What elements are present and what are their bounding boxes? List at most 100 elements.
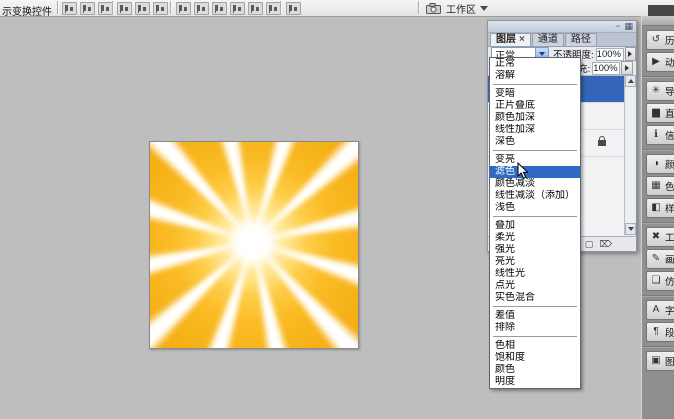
align-left-edges-icon[interactable] — [117, 2, 132, 15]
menu-item[interactable]: 深色 — [490, 136, 580, 148]
panel-title-bar[interactable]: − ▦ — [488, 21, 636, 33]
dock-button-styles[interactable]: ◧ 样式 — [646, 198, 674, 218]
dock-button-history[interactable]: ↺ 历史记录 — [646, 30, 674, 50]
document-canvas[interactable] — [149, 141, 359, 349]
menu-item[interactable]: 线性光 — [490, 268, 580, 280]
delete-layer-icon[interactable]: ⌦ — [599, 239, 612, 249]
dock-button-paragraph[interactable]: ¶ 段落 — [646, 322, 674, 342]
bridge-icon — [425, 2, 441, 14]
blend-mode-menu: 正常 溶解 变暗 正片叠底 颜色加深 线性加深 深色 变亮 滤色 颜色减淡 线性… — [489, 57, 581, 389]
dock-button-color[interactable]: ◑ 颜色 — [646, 154, 674, 174]
menu-item[interactable]: 亮光 — [490, 256, 580, 268]
distribute-group — [176, 2, 281, 15]
dock-header[interactable] — [642, 16, 674, 26]
dock-button-navigator[interactable]: ✳ 导航器 — [646, 81, 674, 101]
menu-item[interactable]: 线性减淡（添加） — [490, 190, 580, 202]
tab-layers[interactable]: 图层 × — [490, 33, 531, 46]
menu-item[interactable]: 溶解 — [490, 70, 580, 82]
menu-item[interactable]: 正常 — [490, 58, 580, 70]
distribute-left-icon[interactable] — [230, 2, 245, 15]
menu-item[interactable]: 柔光 — [490, 232, 580, 244]
dock-label: 样式 — [665, 204, 674, 215]
dock-button-character[interactable]: A 字符 — [646, 300, 674, 320]
dock-label: 历史记录 — [665, 36, 674, 47]
menu-item[interactable]: 饱和度 — [490, 352, 580, 364]
distribute-vcenter-icon[interactable] — [194, 2, 209, 15]
align-horizontal-centers-icon[interactable] — [135, 2, 150, 15]
separator — [112, 1, 114, 14]
fill-spinner-button[interactable] — [621, 61, 634, 75]
menu-item[interactable]: 颜色加深 — [490, 112, 580, 124]
align-top-edges-icon[interactable] — [62, 2, 77, 15]
scroll-down-button[interactable] — [625, 223, 636, 235]
menu-item[interactable]: 差值 — [490, 310, 580, 322]
dock-button-swatches[interactable]: ▦ 色板 — [646, 176, 674, 196]
menu-item[interactable]: 实色混合 — [490, 292, 580, 304]
distribute-hcenter-icon[interactable] — [248, 2, 263, 15]
menu-item[interactable]: 正片叠底 — [490, 100, 580, 112]
menu-item-selected[interactable]: 滤色 — [490, 166, 580, 178]
menu-item[interactable]: 叠加 — [490, 220, 580, 232]
arrow-down-icon — [627, 227, 634, 231]
histogram-icon: ▆ — [652, 107, 660, 118]
dock-group: ✳ 导航器 ▆ 直方图 ℹ 信息 — [642, 77, 674, 150]
dock-button-brushes[interactable]: ✎ 画笔 — [646, 249, 674, 269]
menu-item[interactable]: 颜色 — [490, 364, 580, 376]
menu-item[interactable]: 浅色 — [490, 202, 580, 214]
dock-button-actions[interactable]: ▶ 动作 — [646, 52, 674, 72]
menu-item[interactable]: 点光 — [490, 280, 580, 292]
starburst-center-glow — [150, 142, 358, 348]
actions-icon: ▶ — [652, 56, 660, 67]
dock-button-clone-source[interactable]: ❏ 仿制源 — [646, 271, 674, 291]
dock-label: 仿制源 — [665, 277, 674, 288]
dock-label: 直方图 — [665, 109, 674, 120]
tab-channels[interactable]: 通道 — [531, 33, 564, 46]
mouse-cursor-icon — [517, 161, 529, 183]
opacity-spinner-button[interactable] — [624, 47, 636, 61]
tab-paths[interactable]: 路径 — [564, 33, 597, 46]
distribute-bottom-icon[interactable] — [212, 2, 227, 15]
brushes-icon: ✎ — [651, 253, 661, 264]
dock-label: 色板 — [665, 182, 674, 193]
menu-item[interactable]: 明度 — [490, 376, 580, 388]
menu-item[interactable]: 颜色减淡 — [490, 178, 580, 190]
menu-separator — [493, 336, 577, 337]
new-layer-icon[interactable]: ▢ — [585, 239, 594, 249]
dock-label: 画笔 — [665, 255, 674, 266]
tab-label: 通道 — [537, 34, 558, 45]
fill-value[interactable]: 100% — [592, 61, 621, 75]
align-right-edges-icon[interactable] — [153, 2, 168, 15]
menu-item[interactable]: 线性加深 — [490, 124, 580, 136]
auto-align-layers-icon[interactable] — [286, 2, 301, 15]
menu-item[interactable]: 变亮 — [490, 154, 580, 166]
menu-item[interactable]: 变暗 — [490, 88, 580, 100]
info-icon: ℹ — [654, 129, 658, 140]
opacity-value[interactable]: 100% — [595, 47, 624, 61]
workspace-button[interactable]: 工作区 — [446, 2, 488, 16]
tool-options-bar: 示变换控件 工作区 — [0, 0, 674, 18]
distribute-right-icon[interactable] — [266, 2, 281, 15]
tab-label: 图层 — [496, 34, 516, 45]
minimize-icon[interactable]: − — [615, 22, 620, 31]
dock-button-layer-comps[interactable]: ▣ 图层复合 — [646, 351, 674, 371]
menu-item[interactable]: 排除 — [490, 322, 580, 334]
layer-list-scrollbar[interactable] — [624, 75, 636, 235]
distribute-top-icon[interactable] — [176, 2, 191, 15]
panel-grip-icon[interactable]: ▦ — [624, 22, 633, 31]
dock-label: 工具预设 — [665, 233, 674, 244]
align-bottom-edges-icon[interactable] — [98, 2, 113, 15]
dock-group: ↺ 历史记录 ▶ 动作 — [642, 26, 674, 77]
menu-item[interactable]: 色相 — [490, 340, 580, 352]
scroll-up-button[interactable] — [625, 75, 636, 87]
workspace-label: 工作区 — [446, 4, 476, 16]
auto-align-group — [286, 2, 301, 15]
menu-item[interactable]: 强光 — [490, 244, 580, 256]
dock-group: A 字符 ¶ 段落 — [642, 296, 674, 347]
tab-close-icon[interactable]: × — [519, 34, 525, 45]
align-vertical-centers-icon[interactable] — [80, 2, 95, 15]
dock-button-tool-presets[interactable]: ✖ 工具预设 — [646, 227, 674, 247]
dock-button-info[interactable]: ℹ 信息 — [646, 125, 674, 145]
dock-button-histogram[interactable]: ▆ 直方图 — [646, 103, 674, 123]
dock-label: 颜色 — [665, 160, 674, 171]
go-to-bridge-button[interactable] — [424, 2, 442, 14]
